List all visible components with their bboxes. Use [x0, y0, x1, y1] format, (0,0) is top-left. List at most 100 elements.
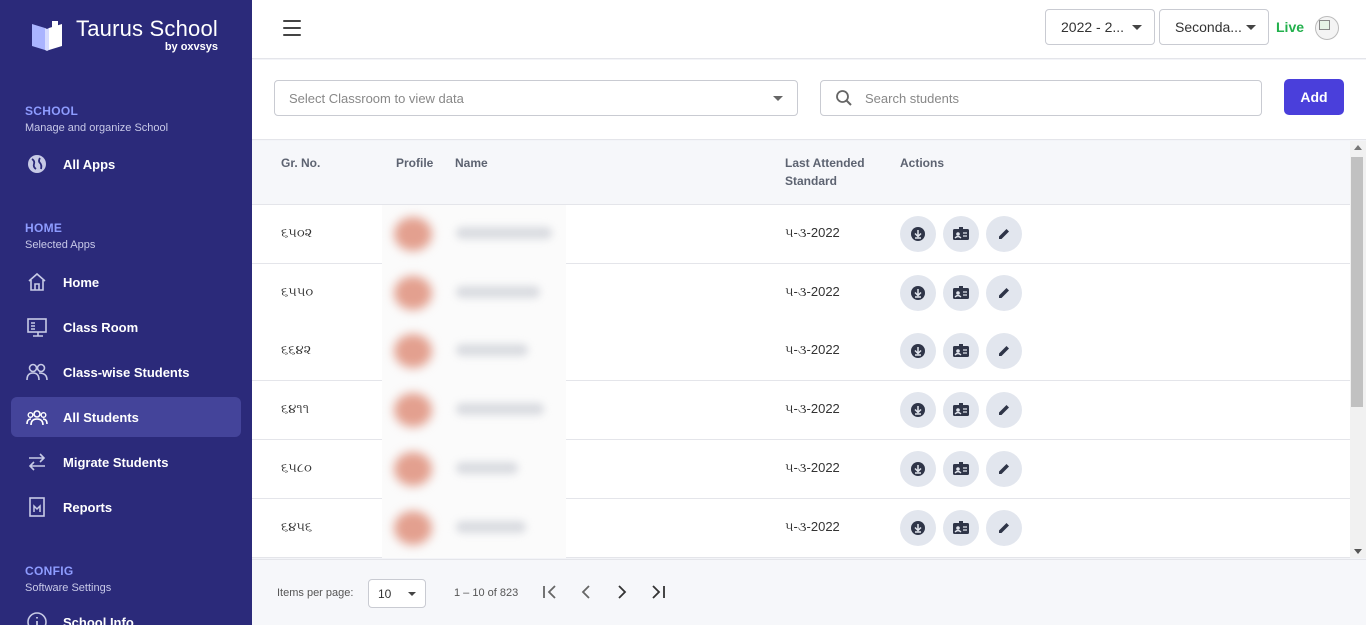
users-icon [26, 361, 48, 383]
gr-no-cell: ૬૫૫૦ [281, 283, 314, 299]
add-button[interactable]: Add [1284, 79, 1344, 115]
sidebar-item-reports[interactable]: Reports [11, 487, 241, 527]
last-page-icon [652, 585, 665, 599]
id-card-button[interactable] [943, 509, 979, 546]
edit-button[interactable] [986, 274, 1022, 311]
edit-button[interactable] [986, 333, 1022, 370]
avatar[interactable] [394, 393, 432, 428]
sidebar-item-label: All Apps [63, 156, 116, 172]
avatar[interactable] [394, 275, 432, 310]
classroom-select[interactable]: Select Classroom to view data [274, 80, 798, 116]
student-name [456, 344, 528, 357]
sidebar-item-all-students[interactable]: All Students [11, 397, 241, 437]
download-button[interactable] [900, 333, 936, 370]
page-size-select[interactable]: 10 [368, 579, 426, 608]
header-last-attended[interactable]: Last Attended Standard [785, 154, 865, 190]
id-card-button[interactable] [943, 333, 979, 370]
header-gr-no[interactable]: Gr. No. [281, 154, 320, 172]
download-icon [910, 461, 926, 477]
edit-button[interactable] [986, 450, 1022, 487]
table-row[interactable]: ૬૬૪૨ ૫-૩-2022 [252, 322, 1350, 382]
id-card-icon [952, 520, 970, 536]
page-range: 1 – 10 of 823 [454, 587, 519, 599]
chevron-down-icon [773, 96, 783, 101]
scroll-down-icon[interactable] [1354, 549, 1362, 554]
download-button[interactable] [900, 274, 936, 311]
download-icon [910, 226, 926, 242]
sidebar-item-label: All Students [63, 409, 139, 425]
table-header: Gr. No. Profile Name Last Attended Stand… [252, 141, 1350, 205]
avatar[interactable] [1315, 16, 1339, 40]
student-name [456, 403, 544, 416]
gr-no-cell: ૬૬૪૨ [281, 342, 312, 358]
chevron-down-icon [1246, 25, 1256, 30]
table-row[interactable]: ૬૫૫૦ ૫-૩-2022 [252, 263, 1350, 323]
sidebar: Taurus School by oxvsys SCHOOL Manage an… [0, 0, 252, 625]
header-profile: Profile [396, 156, 434, 170]
classroom-select-placeholder: Select Classroom to view data [289, 90, 464, 106]
search-box[interactable] [820, 80, 1262, 116]
filter-bar: Select Classroom to view data Add [252, 60, 1366, 140]
id-card-button[interactable] [943, 392, 979, 429]
sidebar-item-migrate-students[interactable]: Migrate Students [11, 442, 241, 482]
download-button[interactable] [900, 509, 936, 546]
first-page-button[interactable] [540, 582, 560, 602]
brand[interactable]: Taurus School by oxvsys [30, 16, 218, 53]
first-page-icon [543, 585, 556, 599]
sidebar-item-label: Migrate Students [63, 454, 169, 470]
id-card-button[interactable] [943, 216, 979, 252]
download-button[interactable] [900, 450, 936, 487]
section-title-school: SCHOOL [25, 104, 79, 118]
header-actions: Actions [900, 156, 945, 170]
pencil-icon [997, 521, 1011, 535]
sidebar-item-all-apps[interactable]: All Apps [11, 144, 241, 184]
avatar[interactable] [394, 451, 432, 486]
pencil-icon [997, 227, 1011, 241]
id-card-button[interactable] [943, 450, 979, 487]
info-icon [26, 611, 48, 625]
download-button[interactable] [900, 216, 936, 252]
last-page-button[interactable] [648, 582, 668, 602]
edit-button[interactable] [986, 216, 1022, 252]
avatar[interactable] [394, 217, 432, 251]
table-scrollbar[interactable] [1350, 141, 1366, 558]
topbar: 2022 - 2... Seconda... Live [252, 0, 1366, 59]
scroll-thumb[interactable] [1351, 157, 1363, 407]
table-row[interactable]: ૬૪૧૧ ૫-૩-2022 [252, 381, 1350, 441]
menu-toggle-icon[interactable] [283, 20, 301, 36]
chevron-right-icon [618, 585, 627, 599]
section-level-select[interactable]: Seconda... [1159, 9, 1269, 45]
header-name[interactable]: Name [455, 154, 488, 172]
search-icon [836, 90, 852, 106]
next-page-button[interactable] [612, 582, 632, 602]
download-button[interactable] [900, 392, 936, 429]
gr-no-cell: ૬૪૫૬ [281, 518, 313, 534]
academic-year-select[interactable]: 2022 - 2... [1045, 9, 1155, 45]
chevron-down-icon [408, 592, 416, 596]
id-card-icon [952, 402, 970, 418]
previous-page-button[interactable] [576, 582, 596, 602]
report-icon [26, 496, 48, 518]
classroom-icon [26, 316, 48, 338]
student-name [456, 227, 552, 239]
sidebar-item-class-room[interactable]: Class Room [11, 307, 241, 347]
search-input[interactable] [865, 90, 1245, 106]
table-row[interactable]: ૬૫૦૨ ૫-૩-2022 [252, 205, 1350, 264]
sidebar-item-home[interactable]: Home [11, 262, 241, 302]
edit-button[interactable] [986, 509, 1022, 546]
sidebar-item-class-wise-students[interactable]: Class-wise Students [11, 352, 241, 392]
edit-button[interactable] [986, 392, 1022, 429]
scroll-up-icon[interactable] [1354, 145, 1362, 150]
table-row[interactable]: ૬૪૫૬ ૫-૩-2022 [252, 498, 1350, 558]
id-card-button[interactable] [943, 274, 979, 311]
student-name [456, 461, 518, 474]
avatar[interactable] [394, 510, 432, 545]
last-attended-cell: ૫-૩-2022 [785, 225, 840, 240]
table-row[interactable]: ૬૫૮૦ ૫-૩-2022 [252, 439, 1350, 499]
live-status: Live [1276, 19, 1305, 35]
sidebar-item-school-info[interactable]: School Info [11, 602, 241, 625]
gr-no-cell: ૬૫૮૦ [281, 459, 312, 475]
section-subtitle-home: Selected Apps [25, 239, 96, 251]
id-card-icon [952, 226, 970, 242]
id-card-icon [952, 461, 970, 477]
